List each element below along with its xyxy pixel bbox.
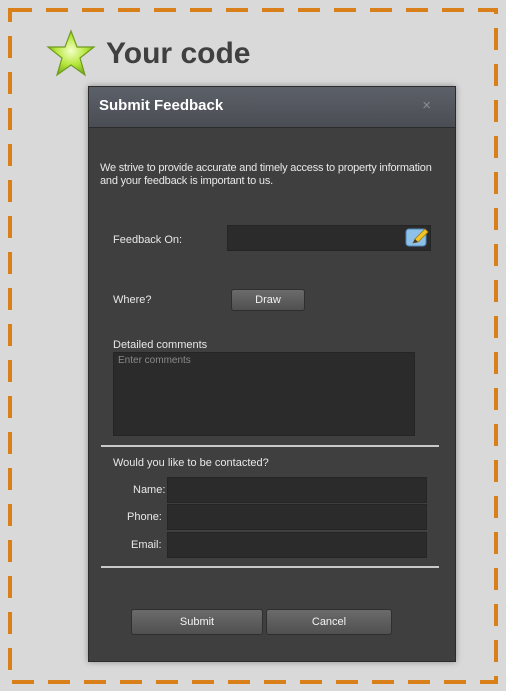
page-title: Your code (106, 37, 251, 70)
comments-placeholder: Enter comments (118, 355, 191, 366)
star-icon (46, 29, 96, 77)
edit-icon[interactable] (405, 227, 429, 249)
where-label: Where? (113, 294, 152, 306)
email-label: Email: (131, 539, 162, 551)
cancel-button[interactable]: Cancel (266, 609, 392, 635)
page-frame: Your code Submit Feedback × We strive to… (0, 0, 506, 691)
name-label: Name: (133, 484, 166, 496)
dialog-titlebar: Submit Feedback × (89, 87, 455, 128)
name-field[interactable] (167, 477, 427, 503)
submit-button[interactable]: Submit (131, 609, 263, 635)
submit-feedback-dialog: Submit Feedback × We strive to provide a… (88, 86, 456, 662)
dialog-title: Submit Feedback (99, 97, 224, 114)
page-header: Your code (46, 29, 251, 78)
draw-button[interactable]: Draw (231, 289, 305, 311)
feedback-on-field[interactable] (227, 225, 431, 251)
contact-question: Would you like to be contacted? (113, 457, 269, 469)
section-divider (101, 445, 439, 447)
feedback-on-label: Feedback On: (113, 234, 183, 246)
intro-text: We strive to provide accurate and timely… (100, 162, 432, 187)
detailed-comments-label: Detailed comments (113, 339, 208, 351)
phone-label: Phone: (127, 511, 162, 523)
email-field[interactable] (167, 532, 427, 558)
section-divider (101, 566, 439, 568)
comments-textarea[interactable]: Enter comments (113, 352, 415, 436)
close-icon[interactable]: × (422, 97, 431, 114)
phone-field[interactable] (167, 504, 427, 530)
